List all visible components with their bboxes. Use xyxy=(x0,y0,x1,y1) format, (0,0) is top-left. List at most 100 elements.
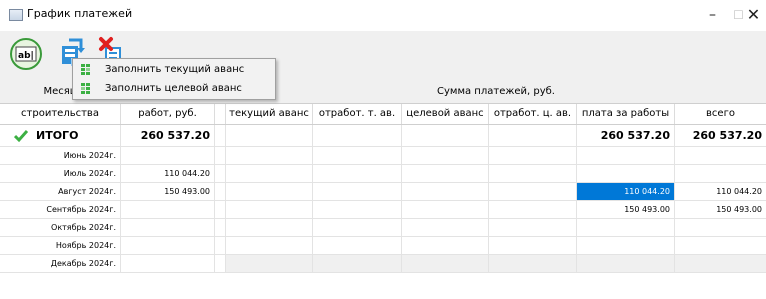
text-field-icon: ab| xyxy=(10,38,42,70)
menu-item-label: Заполнить текущий аванс xyxy=(105,64,245,75)
work-cost-cell[interactable] xyxy=(121,237,215,254)
target-advance-cell[interactable] xyxy=(402,201,489,218)
payments-group-header: Сумма платежей, руб. xyxy=(437,86,555,97)
payment-for-work-cell[interactable] xyxy=(577,219,675,236)
worked-current-cell[interactable] xyxy=(313,147,402,164)
worked-target-cell[interactable] xyxy=(489,147,577,164)
close-button[interactable]: ✕ xyxy=(741,0,766,30)
month-cell: Октябрь 2024г. xyxy=(0,219,121,236)
spacer-cell xyxy=(215,125,226,146)
current-advance-cell[interactable] xyxy=(226,237,313,254)
col-header-worked-current[interactable]: отработ. т. ав. xyxy=(313,104,402,124)
total-cell[interactable]: 150 493.00 xyxy=(675,201,766,218)
target-advance-cell[interactable] xyxy=(402,255,489,272)
spacer-cell xyxy=(215,201,226,218)
total-current-advance[interactable] xyxy=(226,125,313,146)
context-menu: Заполнить текущий аванс Заполнить целево… xyxy=(72,58,276,100)
total-payment-for-work[interactable]: 260 537.20 xyxy=(577,125,675,146)
payment-schedule-window: График платежей – ☐ ✕ ab| Месяц Сумма пл… xyxy=(0,0,766,299)
total-cell[interactable]: 110 044.20 xyxy=(675,183,766,200)
work-cost-cell[interactable]: 150 493.00 xyxy=(121,183,215,200)
total-cell[interactable] xyxy=(675,237,766,254)
window-title: График платежей xyxy=(27,7,133,20)
worked-target-cell[interactable] xyxy=(489,165,577,182)
total-label: ИТОГО xyxy=(36,129,79,142)
menu-item-label: Заполнить целевой аванс xyxy=(105,83,242,94)
table-row[interactable]: Октябрь 2024г. xyxy=(0,219,766,237)
work-cost-cell[interactable] xyxy=(121,219,215,236)
total-row[interactable]: ИТОГО 260 537.20 260 537.20 260 537.20 xyxy=(0,125,766,147)
total-label-cell[interactable]: ИТОГО xyxy=(0,125,121,146)
table-row[interactable]: Ноябрь 2024г. xyxy=(0,237,766,255)
worked-target-cell[interactable] xyxy=(489,255,577,272)
spacer-cell xyxy=(215,147,226,164)
target-advance-cell[interactable] xyxy=(402,165,489,182)
window-icon xyxy=(9,9,23,21)
col-header-construction[interactable]: строительства xyxy=(0,104,121,124)
work-cost-cell[interactable] xyxy=(121,201,215,218)
column-header-row: строительства работ, руб. текущий аванс … xyxy=(0,104,766,125)
current-advance-cell[interactable] xyxy=(226,147,313,164)
total-total[interactable]: 260 537.20 xyxy=(675,125,766,146)
text-field-button[interactable]: ab| xyxy=(9,36,43,72)
worked-target-cell[interactable] xyxy=(489,183,577,200)
current-advance-cell[interactable] xyxy=(226,201,313,218)
col-header-worked-target[interactable]: отработ. ц. ав. xyxy=(489,104,577,124)
payment-for-work-cell[interactable] xyxy=(577,147,675,164)
col-header-target-advance[interactable]: целевой аванс xyxy=(402,104,489,124)
menu-item-fill-target-advance[interactable]: Заполнить целевой аванс xyxy=(74,79,274,98)
table-row[interactable]: Декабрь 2024г. xyxy=(0,255,766,273)
target-advance-cell[interactable] xyxy=(402,183,489,200)
col-header-work-cost[interactable]: работ, руб. xyxy=(121,104,215,124)
work-cost-cell[interactable] xyxy=(121,147,215,164)
checkmark-icon xyxy=(14,130,28,143)
work-cost-cell[interactable]: 110 044.20 xyxy=(121,165,215,182)
target-advance-cell[interactable] xyxy=(402,147,489,164)
table-row[interactable]: Июль 2024г. 110 044.20 xyxy=(0,165,766,183)
worked-target-cell[interactable] xyxy=(489,219,577,236)
grid-icon xyxy=(81,64,90,75)
total-cell[interactable] xyxy=(675,219,766,236)
worked-target-cell[interactable] xyxy=(489,201,577,218)
current-advance-cell[interactable] xyxy=(226,165,313,182)
total-cell[interactable] xyxy=(675,147,766,164)
current-advance-cell[interactable] xyxy=(226,255,313,272)
col-header-payment-for-work[interactable]: плата за работы xyxy=(577,104,675,124)
spacer-cell xyxy=(215,165,226,182)
total-target-advance[interactable] xyxy=(402,125,489,146)
col-header-total[interactable]: всего xyxy=(675,104,766,124)
target-advance-cell[interactable] xyxy=(402,219,489,236)
text-field-icon-label: ab| xyxy=(18,51,34,61)
worked-current-cell[interactable] xyxy=(313,255,402,272)
worked-current-cell[interactable] xyxy=(313,201,402,218)
table-row[interactable]: Август 2024г. 150 493.00 110 044.20 110 … xyxy=(0,183,766,201)
table-row[interactable]: Сентябрь 2024г. 150 493.00 150 493.00 xyxy=(0,201,766,219)
total-worked-current[interactable] xyxy=(313,125,402,146)
worked-current-cell[interactable] xyxy=(313,237,402,254)
spacer-cell xyxy=(215,255,226,272)
col-header-current-advance[interactable]: текущий аванс xyxy=(226,104,313,124)
payment-for-work-cell[interactable] xyxy=(577,255,675,272)
spacer-cell xyxy=(215,183,226,200)
payment-for-work-cell[interactable]: 150 493.00 xyxy=(577,201,675,218)
payment-for-work-cell[interactable] xyxy=(577,237,675,254)
menu-item-fill-current-advance[interactable]: Заполнить текущий аванс xyxy=(74,60,274,79)
total-worked-target[interactable] xyxy=(489,125,577,146)
month-cell: Июль 2024г. xyxy=(0,165,121,182)
target-advance-cell[interactable] xyxy=(402,237,489,254)
worked-target-cell[interactable] xyxy=(489,237,577,254)
worked-current-cell[interactable] xyxy=(313,165,402,182)
work-cost-cell[interactable] xyxy=(121,255,215,272)
payment-for-work-cell-selected[interactable]: 110 044.20 xyxy=(577,183,675,200)
payment-for-work-cell[interactable] xyxy=(577,165,675,182)
worked-current-cell[interactable] xyxy=(313,219,402,236)
month-cell: Декабрь 2024г. xyxy=(0,255,121,272)
total-work-cost[interactable]: 260 537.20 xyxy=(121,125,215,146)
worked-current-cell[interactable] xyxy=(313,183,402,200)
current-advance-cell[interactable] xyxy=(226,183,313,200)
total-cell[interactable] xyxy=(675,165,766,182)
table-row[interactable]: Июнь 2024г. xyxy=(0,147,766,165)
title-bar: График платежей – ☐ ✕ xyxy=(0,0,766,31)
total-cell[interactable] xyxy=(675,255,766,272)
current-advance-cell[interactable] xyxy=(226,219,313,236)
